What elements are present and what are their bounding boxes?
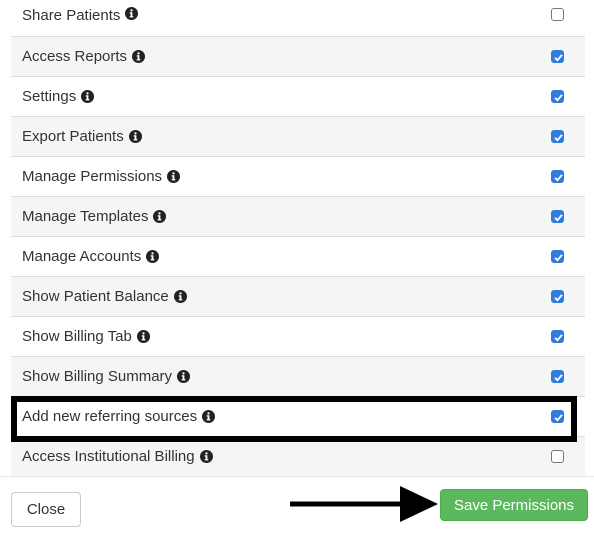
permission-row: Show Billing Tab: [11, 316, 585, 356]
permission-label: Access Institutional Billing: [22, 448, 195, 465]
permission-row: Manage Permissions: [11, 156, 585, 196]
permission-label: Settings: [22, 88, 77, 105]
permission-label: Show Patient Balance: [22, 288, 169, 305]
checkbox-checked[interactable]: [551, 209, 564, 223]
permission-row: Show Billing Summary: [11, 356, 585, 396]
save-permissions-button[interactable]: Save Permissions: [440, 489, 588, 521]
info-circle-icon[interactable]: [202, 410, 216, 423]
checkbox-checked[interactable]: [551, 409, 564, 423]
info-circle-icon[interactable]: [132, 50, 146, 63]
permission-row: Manage Templates: [11, 196, 585, 236]
permission-label: Show Billing Summary: [22, 368, 173, 385]
checkbox-unchecked[interactable]: [551, 449, 564, 463]
permission-row: Share Patients: [11, 0, 585, 36]
permission-label: Manage Permissions: [22, 168, 163, 185]
close-button[interactable]: Close: [11, 492, 81, 527]
checkbox-checked[interactable]: [551, 249, 564, 263]
permission-label: Manage Accounts: [22, 248, 142, 265]
permission-row: Manage Accounts: [11, 236, 585, 276]
permission-row: Settings: [11, 76, 585, 116]
checkbox-checked[interactable]: [551, 49, 564, 63]
permission-row: Access Institutional Billing: [11, 436, 585, 476]
permissions-table: Share Patients Access Reports Settings Expo…: [11, 0, 585, 476]
arrow-right-icon: [290, 486, 438, 522]
info-circle-icon[interactable]: [167, 170, 181, 183]
permission-label: Export Patients: [22, 128, 124, 145]
permissions-modal: Share Patients Access Reports Settings Expo…: [0, 0, 594, 533]
checkbox-unchecked[interactable]: [551, 8, 564, 21]
permission-row: Export Patients: [11, 116, 585, 156]
permission-label: Share Patients: [22, 7, 121, 24]
checkbox-checked[interactable]: [551, 169, 564, 183]
permission-row: Access Reports: [11, 36, 585, 76]
permission-label: Add new referring sources: [22, 408, 198, 425]
checkbox-checked[interactable]: [551, 289, 564, 303]
info-circle-icon[interactable]: [136, 330, 150, 343]
info-circle-icon[interactable]: [153, 210, 167, 223]
info-circle-icon[interactable]: [173, 290, 187, 303]
checkbox-checked[interactable]: [551, 369, 564, 383]
checkbox-checked[interactable]: [551, 89, 564, 103]
info-circle-icon[interactable]: [128, 130, 142, 143]
checkbox-checked[interactable]: [551, 129, 564, 143]
permission-row: Show Patient Balance: [11, 276, 585, 316]
checkbox-checked[interactable]: [551, 329, 564, 343]
info-circle-icon[interactable]: [146, 250, 160, 263]
info-circle-icon[interactable]: [81, 90, 95, 103]
info-circle-icon[interactable]: [199, 450, 213, 463]
info-circle-icon[interactable]: [125, 7, 139, 20]
permission-row: Add new referring sources: [11, 396, 585, 436]
permission-label: Access Reports: [22, 48, 128, 65]
permission-label: Manage Templates: [22, 208, 149, 225]
permission-label: Show Billing Tab: [22, 328, 132, 345]
info-circle-icon[interactable]: [177, 370, 191, 383]
